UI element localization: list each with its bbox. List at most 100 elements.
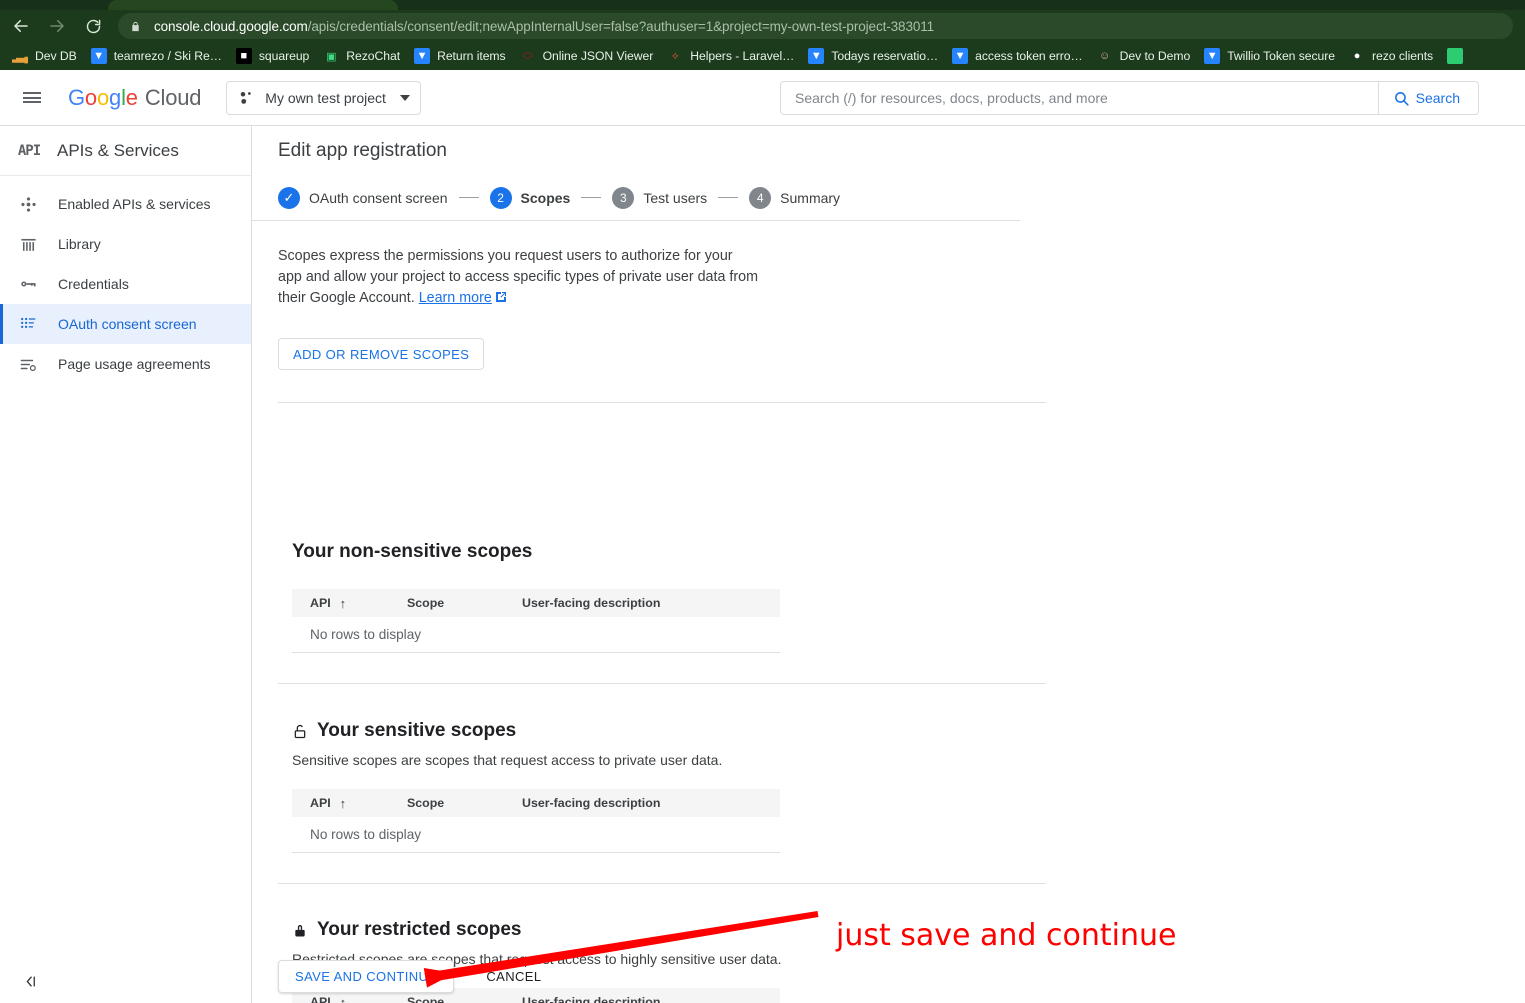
search-icon [1394, 91, 1409, 106]
chevron-down-icon [399, 94, 410, 101]
scopes-section: Your sensitive scopes Sensitive scopes ar… [278, 720, 1046, 884]
bookmark-item[interactable]: ▼ access token erro… [948, 45, 1088, 67]
sidebar-item-credentials[interactable]: Credentials [0, 264, 251, 304]
column-header-description[interactable]: User-facing description [522, 596, 780, 610]
column-label-api: API [310, 596, 331, 610]
sort-ascending-icon[interactable]: ↑ [340, 596, 347, 611]
step-circle-2: 2 [489, 186, 512, 209]
section-title: Your sensitive scopes [317, 720, 517, 741]
jira-icon: ▼ [414, 48, 431, 64]
api-badge-icon: API [17, 142, 41, 159]
divider [278, 883, 1046, 884]
bookmark-item[interactable]: ☺ Dev to Demo [1093, 45, 1197, 67]
table-empty-state: No rows to display [292, 617, 780, 653]
step-3[interactable]: 3 Test users [612, 186, 707, 209]
sidebar-item-oauth-consent-screen[interactable]: OAuth consent screen [0, 304, 251, 344]
section-heading: Your sensitive scopes [292, 720, 1046, 742]
jira-icon: ▼ [90, 48, 107, 64]
step-2[interactable]: 2 Scopes [489, 186, 570, 209]
bookmarks-bar: ▂▃▄ Dev DB ▼ teamrezo / Ski Re… ■ squareup ▣ Re… [0, 42, 1525, 70]
address-bar[interactable]: console.cloud.google.com/apis/credential… [118, 13, 1513, 39]
section-heading: Your non-sensitive scopes [292, 541, 1046, 563]
learn-more-link[interactable]: Learn more [419, 290, 492, 306]
sidebar-item-label: Enabled APIs & services [58, 196, 211, 212]
bookmark-item[interactable]: ▂▃▄ Dev DB [8, 45, 83, 67]
library-icon [16, 232, 40, 256]
chart-icon: ▂▃▄ [12, 50, 28, 63]
project-picker[interactable]: My own test project [226, 80, 421, 115]
cancel-button[interactable]: CANCEL [478, 960, 549, 993]
locked-padlock-icon [292, 922, 308, 939]
bookmark-label: Online JSON Viewer [542, 49, 654, 63]
global-search: Search [780, 81, 1479, 115]
collapse-panel-icon[interactable] [16, 967, 44, 995]
bookmark-item[interactable]: ■ squareup [232, 45, 315, 67]
project-name-label: My own test project [265, 89, 386, 106]
column-label-api: API [310, 995, 331, 1003]
column-header-description[interactable]: User-facing description [522, 796, 780, 810]
search-button-label: Search [1415, 90, 1460, 106]
bookmark-item[interactable]: ▼ Twillio Token secure [1200, 45, 1341, 67]
sidebar-item-enabled-apis-services[interactable]: Enabled APIs & services [0, 184, 251, 224]
section-heading: Your restricted scopes [292, 919, 781, 941]
bookmark-item[interactable]: ● rezo clients [1345, 45, 1439, 67]
column-header-description[interactable]: User-facing description [522, 995, 780, 1003]
hamburger-icon[interactable] [8, 74, 56, 122]
bookmark-label: squareup [258, 49, 310, 63]
bookmark-item[interactable]: ▼ teamrezo / Ski Re… [87, 45, 228, 67]
divider [278, 683, 1046, 684]
table-header-row: API ↑ Scope User-facing description [292, 789, 780, 817]
bookmark-item[interactable]: ▼ Todays reservatio… [804, 45, 944, 67]
step-separator [458, 197, 479, 198]
search-input[interactable] [781, 82, 1378, 114]
column-header-scope[interactable]: Scope [407, 596, 522, 610]
column-label-api: API [310, 796, 331, 810]
column-header-api[interactable]: API ↑ [292, 796, 407, 811]
bookmark-label: rezo clients [1372, 49, 1434, 63]
main-content: Edit app registration ✓ OAuth consent scr… [252, 126, 1525, 1003]
search-button[interactable]: Search [1377, 82, 1478, 114]
step-1[interactable]: ✓ OAuth consent screen [278, 186, 448, 209]
stepper-list: ✓ OAuth consent screen 2 Scopes 3 Test users 4… [278, 186, 840, 209]
bookmark-item[interactable]: ▼ Return items [410, 45, 512, 67]
table-header-row: API ↑ Scope User-facing description [292, 589, 780, 617]
google-cloud-logo[interactable]: Google Cloud [68, 85, 201, 111]
reload-button[interactable] [78, 13, 108, 39]
save-and-continue-button[interactable]: SAVE AND CONTINUE [278, 960, 455, 993]
sort-ascending-icon[interactable]: ↑ [340, 796, 347, 811]
url-host: console.cloud.google.com [154, 18, 308, 34]
sidebar-nav-list: Enabled APIs & services Library Credential… [0, 176, 251, 384]
sidebar-product-title: APIs & Services [57, 140, 179, 160]
forward-button[interactable] [42, 13, 72, 39]
column-header-api[interactable]: API ↑ [292, 995, 407, 1003]
column-label-scope: Scope [407, 796, 445, 810]
back-button[interactable] [6, 13, 36, 39]
bookmark-label: Todays reservatio… [831, 49, 939, 63]
column-header-api[interactable]: API ↑ [292, 596, 407, 611]
grid-dots-icon [16, 192, 40, 216]
sidebar-item-label: Library [58, 236, 101, 252]
bookmark-item[interactable]: ✧ Helpers - Laravel… [663, 45, 800, 67]
jira-icon: ▼ [1204, 48, 1221, 64]
wizard-stepper: ✓ OAuth consent screen 2 Scopes 3 Test users 4… [252, 175, 1020, 221]
column-header-scope[interactable]: Scope [407, 995, 522, 1003]
divider-1 [278, 402, 1046, 403]
sort-ascending-icon[interactable]: ↑ [340, 995, 347, 1003]
square-icon: ■ [235, 48, 252, 64]
sidebar-item-library[interactable]: Library [0, 224, 251, 264]
step-4[interactable]: 4 Summary [749, 186, 840, 209]
globe-icon: ● [1353, 50, 1361, 62]
add-or-remove-scopes-button[interactable]: ADD OR REMOVE SCOPES [278, 338, 485, 370]
column-header-scope[interactable]: Scope [407, 796, 522, 810]
agreements-icon [16, 352, 40, 376]
sidebar-item-label: OAuth consent screen [58, 316, 197, 332]
bookmark-item[interactable]: ⬭ Online JSON Viewer [516, 45, 660, 67]
active-browser-tab[interactable] [108, 0, 398, 10]
sidebar-item-page-usage-agreements[interactable]: Page usage agreements [0, 344, 251, 384]
bookmark-item[interactable] [1443, 45, 1476, 67]
step-separator [581, 197, 602, 198]
jira-icon: ▼ [952, 48, 969, 64]
key-icon [16, 272, 40, 296]
section-description: Sensitive scopes are scopes that request… [292, 752, 723, 768]
bookmark-item[interactable]: ▣ RezoChat [319, 45, 406, 67]
